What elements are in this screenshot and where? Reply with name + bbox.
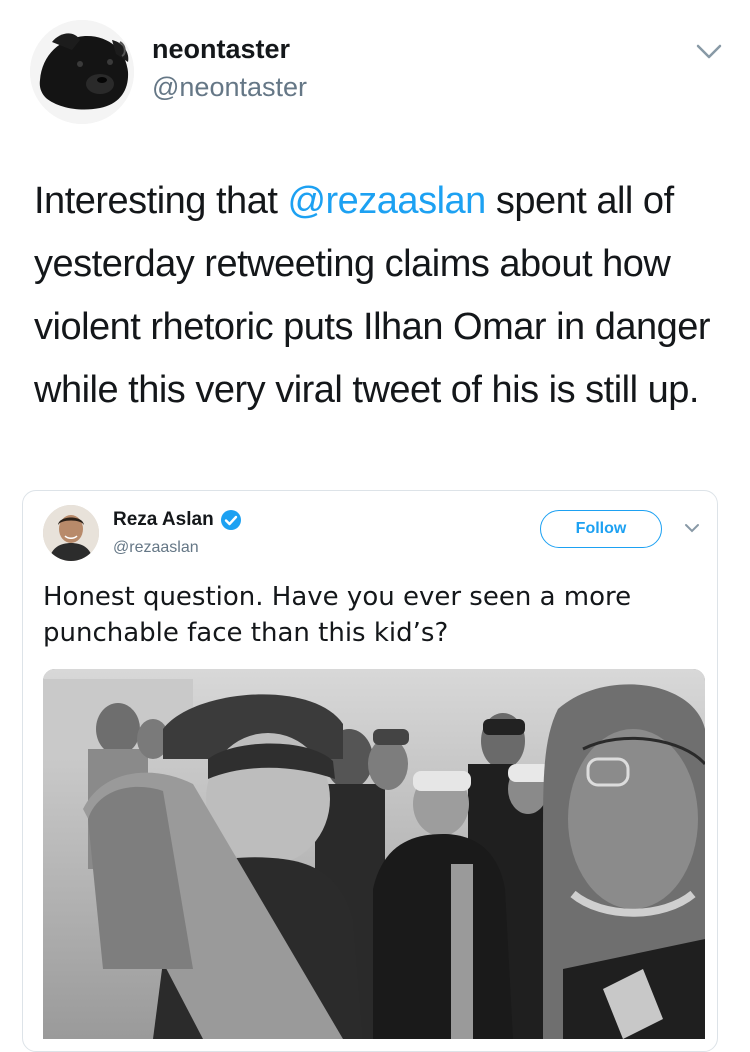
author-handle[interactable]: @neontaster	[152, 72, 307, 103]
quoted-tweet-text: Honest question. Have you ever seen a mo…	[43, 582, 632, 648]
quoted-display-name[interactable]: Reza Aslan	[113, 509, 214, 531]
tweet-text: Interesting that @rezaaslan spent all of…	[34, 170, 724, 422]
quoted-photo[interactable]	[43, 669, 705, 1039]
dog-avatar[interactable]	[30, 20, 134, 124]
author-display-name[interactable]: neontaster	[152, 34, 290, 65]
verified-badge-icon	[220, 509, 242, 531]
quoted-handle[interactable]: @rezaaslan	[113, 539, 199, 557]
chevron-down-icon[interactable]	[694, 40, 724, 64]
tweet-text-before: Interesting that	[34, 180, 288, 222]
follow-button[interactable]: Follow	[540, 510, 662, 548]
quoted-author-avatar[interactable]	[43, 505, 99, 561]
quoted-chevron-down-icon[interactable]	[683, 521, 701, 535]
quoted-tweet-card[interactable]: Reza Aslan @rezaaslan Follow Honest ques…	[22, 490, 718, 1052]
tweet-header: neontaster @neontaster	[0, 0, 750, 140]
mention-link[interactable]: @rezaaslan	[287, 180, 486, 222]
